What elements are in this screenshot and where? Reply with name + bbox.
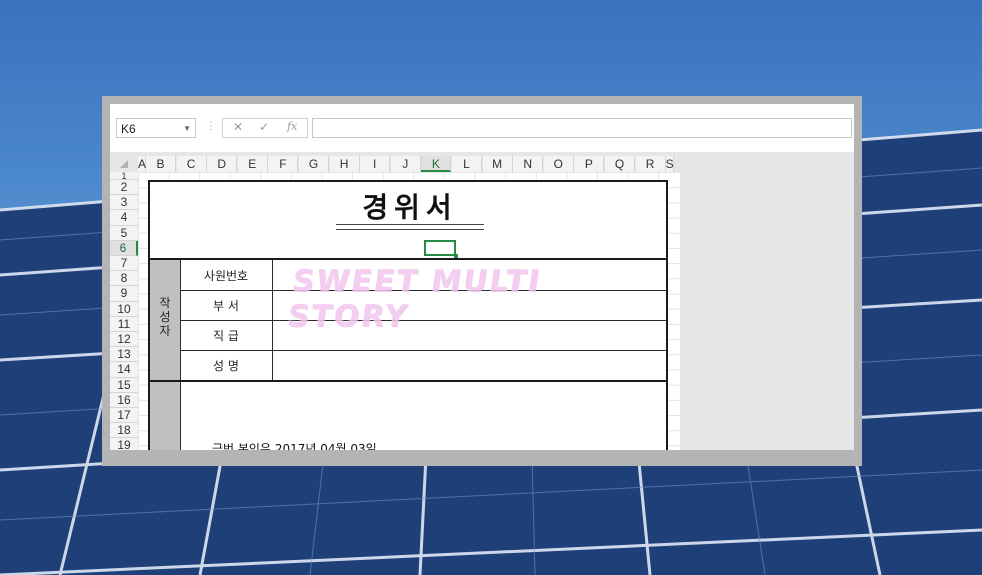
column-header-p[interactable]: P xyxy=(574,156,605,172)
column-header-r[interactable]: R xyxy=(635,156,666,172)
row-header-15[interactable]: 15 xyxy=(110,377,138,393)
body-text: 금번 본인은 2017년 04월 03일 xyxy=(212,442,377,450)
column-header-q[interactable]: Q xyxy=(605,156,635,172)
column-header-l[interactable]: L xyxy=(452,156,482,172)
field-department: 부 서 xyxy=(213,299,239,313)
field-employee-number: 사원번호 xyxy=(203,269,249,283)
row-header-7[interactable]: 7 xyxy=(110,256,138,272)
title-underline xyxy=(336,224,484,230)
row-header-8[interactable]: 8 xyxy=(110,271,138,287)
row-header-1[interactable]: 1 xyxy=(110,172,138,181)
name-box-value: K6 xyxy=(121,122,136,136)
excel-content: K6 ▼ ⋮ ✕ ✓ fx ABCDEFGHIJKLMNOPQRS 123456… xyxy=(110,104,854,450)
row-divider xyxy=(180,350,666,351)
column-divider xyxy=(272,260,273,382)
formula-bar: K6 ▼ ⋮ ✕ ✓ fx xyxy=(110,104,854,152)
excel-window: K6 ▼ ⋮ ✕ ✓ fx ABCDEFGHIJKLMNOPQRS 123456… xyxy=(102,96,862,466)
column-header-m[interactable]: M xyxy=(482,156,513,172)
worksheet: ABCDEFGHIJKLMNOPQRS 1 2 3 4 5 6 7 8 9 10 11 12 13 14 1… xyxy=(110,152,854,450)
field-position: 직 급 xyxy=(213,329,239,343)
row-header-17[interactable]: 17 xyxy=(110,408,138,424)
row-header-18[interactable]: 18 xyxy=(110,423,138,439)
report-form: 경위서 작성자 사원번호 부 서 직 급 성 명 금번 본인은 2017년 04 xyxy=(148,180,668,450)
row-header-4[interactable]: 4 xyxy=(110,210,138,226)
row-header-2[interactable]: 2 xyxy=(110,180,138,196)
selected-cell-k6[interactable] xyxy=(424,240,458,258)
column-header-j[interactable]: J xyxy=(390,156,421,172)
separator-icon: ⋮ xyxy=(206,121,216,132)
column-header-e[interactable]: E xyxy=(237,156,268,172)
body-side-column xyxy=(150,382,180,450)
row-header-12[interactable]: 12 xyxy=(110,332,138,348)
column-header-b[interactable]: B xyxy=(146,156,176,172)
row-header-16[interactable]: 16 xyxy=(110,392,138,408)
cancel-icon[interactable]: ✕ xyxy=(233,120,243,134)
field-name: 성 명 xyxy=(213,359,239,373)
column-header-h[interactable]: H xyxy=(329,156,360,172)
row-header-10[interactable]: 10 xyxy=(110,301,138,317)
row-header-9[interactable]: 9 xyxy=(110,286,138,302)
enter-icon[interactable]: ✓ xyxy=(259,120,269,134)
column-header-k[interactable]: K xyxy=(421,156,452,172)
column-header-c[interactable]: C xyxy=(176,156,207,172)
column-header-i[interactable]: I xyxy=(360,156,391,172)
row-header-19[interactable]: 19 xyxy=(110,438,138,450)
formula-input[interactable] xyxy=(312,118,852,138)
row-header-14[interactable]: 14 xyxy=(110,362,138,378)
author-label: 작성자 xyxy=(159,296,171,338)
watermark-text: SWEET MULTI STORY xyxy=(285,264,544,334)
section-divider xyxy=(150,380,666,382)
column-header-a[interactable]: A xyxy=(138,156,146,172)
insert-function-icon[interactable]: fx xyxy=(287,120,297,133)
row-header-11[interactable]: 11 xyxy=(110,316,138,332)
column-header-o[interactable]: O xyxy=(543,156,574,172)
page-title: 경위서 xyxy=(362,191,458,224)
row-header-13[interactable]: 13 xyxy=(110,347,138,363)
row-header-6[interactable]: 6 xyxy=(110,240,138,256)
select-all-corner[interactable] xyxy=(120,160,128,168)
formula-buttons: ✕ ✓ fx xyxy=(222,118,308,138)
column-header-s[interactable]: S xyxy=(665,156,674,172)
row-header-5[interactable]: 5 xyxy=(110,225,138,241)
column-header-f[interactable]: F xyxy=(268,156,299,172)
chevron-down-icon[interactable]: ▼ xyxy=(183,119,191,139)
column-divider xyxy=(180,382,181,450)
column-header-g[interactable]: G xyxy=(299,156,329,172)
name-box[interactable]: K6 ▼ xyxy=(116,118,196,138)
column-header-d[interactable]: D xyxy=(207,156,238,172)
section-divider xyxy=(150,258,666,260)
row-header-3[interactable]: 3 xyxy=(110,195,138,211)
column-header-n[interactable]: N xyxy=(513,156,544,172)
